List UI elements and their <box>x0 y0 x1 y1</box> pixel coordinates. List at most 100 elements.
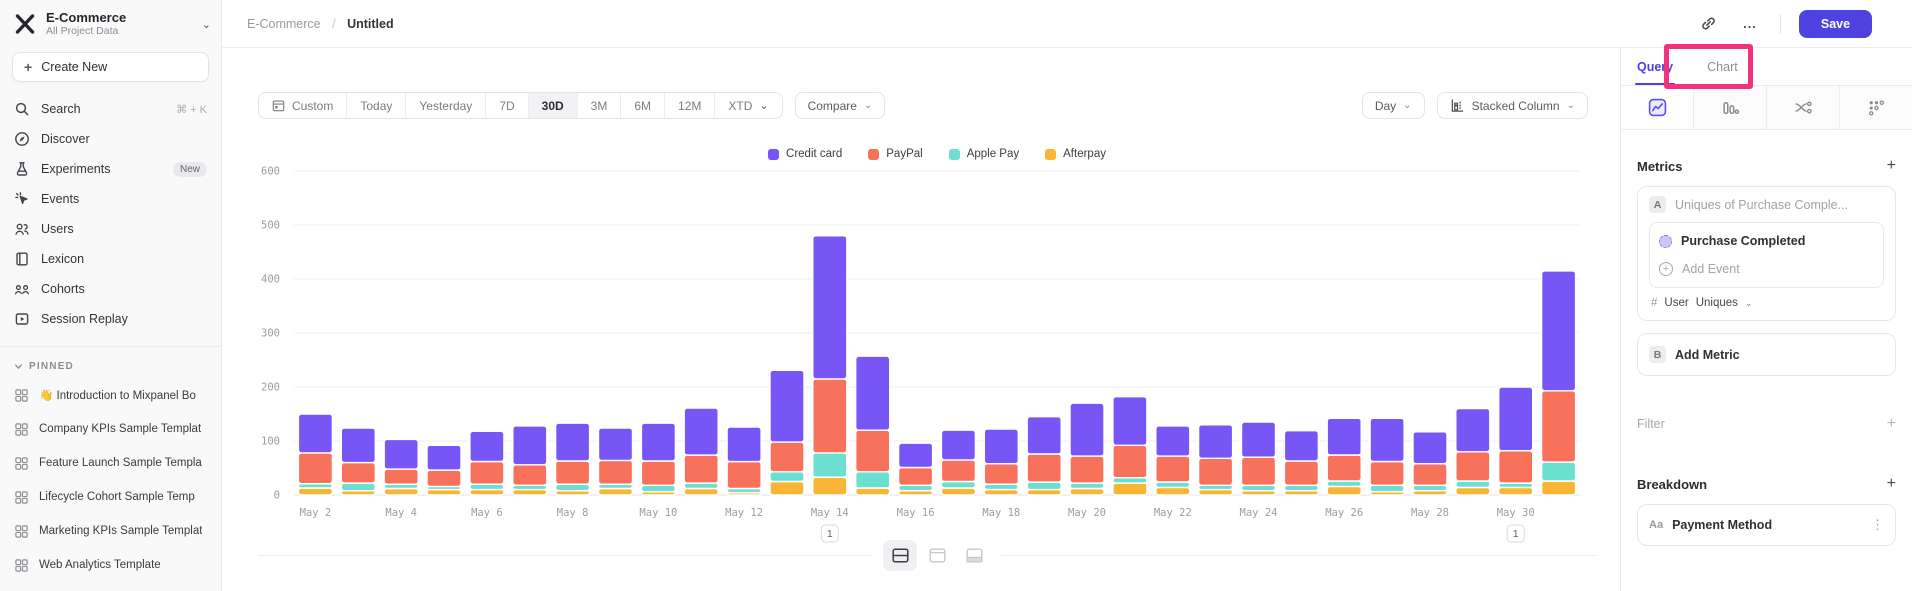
bar-segment[interactable] <box>770 472 804 482</box>
bar-segment[interactable] <box>1156 487 1190 495</box>
bar-segment[interactable] <box>1113 445 1147 477</box>
date-range-custom[interactable]: Custom <box>259 93 347 118</box>
bar-segment[interactable] <box>298 414 332 453</box>
tab-query[interactable]: Query <box>1637 48 1673 85</box>
bar-segment[interactable] <box>684 483 718 488</box>
date-range-7d[interactable]: 7D <box>486 93 528 118</box>
legend-item-credit-card[interactable]: Credit card <box>768 148 842 160</box>
bar-segment[interactable] <box>1199 490 1233 495</box>
bar-segment[interactable] <box>341 483 375 491</box>
bar-segment[interactable] <box>813 379 847 453</box>
bar-segment[interactable] <box>770 482 804 496</box>
sidebar-item-events[interactable]: Events <box>0 184 221 214</box>
add-filter-plus-icon[interactable]: + <box>1887 416 1896 432</box>
bar-segment[interactable] <box>1542 462 1576 481</box>
bar-segment[interactable] <box>770 370 804 442</box>
bar-segment[interactable] <box>1027 454 1061 482</box>
bar-segment[interactable] <box>641 485 675 492</box>
date-range-6m[interactable]: 6M <box>621 93 665 118</box>
bar-segment[interactable] <box>941 488 975 495</box>
bar-segment[interactable] <box>941 460 975 482</box>
sidebar-item-users[interactable]: Users <box>0 214 221 244</box>
date-range-12m[interactable]: 12M <box>665 93 715 118</box>
bar-segment[interactable] <box>1199 458 1233 485</box>
bar-segment[interactable] <box>556 423 590 461</box>
bar-segment[interactable] <box>813 453 847 477</box>
add-metric-plus-icon[interactable]: + <box>1887 158 1896 174</box>
bar-segment[interactable] <box>1070 489 1104 496</box>
breakdown-card[interactable]: Aa Payment Method ⋮ <box>1637 504 1896 546</box>
bar-segment[interactable] <box>1070 403 1104 456</box>
bar-segment[interactable] <box>684 408 718 455</box>
bar-segment[interactable] <box>1327 486 1361 495</box>
bar-segment[interactable] <box>899 485 933 490</box>
bar-segment[interactable] <box>1499 387 1533 451</box>
tab-insights[interactable] <box>1621 86 1694 129</box>
bar-segment[interactable] <box>384 489 418 496</box>
bar-segment[interactable] <box>427 470 461 486</box>
date-range-today[interactable]: Today <box>347 93 406 118</box>
bar-segment[interactable] <box>341 428 375 463</box>
bar-segment[interactable] <box>1456 481 1490 488</box>
breadcrumb-project[interactable]: E-Commerce <box>247 17 321 31</box>
bar-segment[interactable] <box>1327 418 1361 455</box>
bar-segment[interactable] <box>856 472 890 488</box>
pinned-board-item[interactable]: Feature Launch Sample Templa <box>0 446 221 480</box>
bar-segment[interactable] <box>1027 490 1061 495</box>
bar-segment[interactable] <box>984 490 1018 495</box>
granularity-dropdown[interactable]: Day ⌄ <box>1362 92 1425 119</box>
compare-button[interactable]: Compare ⌄ <box>795 92 886 119</box>
sidebar-item-cohorts[interactable]: Cohorts <box>0 274 221 304</box>
bar-segment[interactable] <box>1327 455 1361 481</box>
bar-segment[interactable] <box>1156 456 1190 482</box>
bar-segment[interactable] <box>1199 425 1233 459</box>
bar-segment[interactable] <box>684 455 718 483</box>
tab-chart[interactable]: Chart <box>1707 48 1738 85</box>
bar-segment[interactable] <box>556 484 590 491</box>
layout-split-button[interactable] <box>883 540 917 571</box>
date-range-xtd[interactable]: XTD⌄ <box>715 93 781 118</box>
bar-segment[interactable] <box>427 445 461 470</box>
bar-segment[interactable] <box>727 462 761 489</box>
bar-segment[interactable] <box>641 423 675 461</box>
bar-segment[interactable] <box>899 468 933 486</box>
bar-segment[interactable] <box>984 429 1018 464</box>
pinned-board-item[interactable]: Marketing KPIs Sample Templat <box>0 514 221 548</box>
bar-segment[interactable] <box>470 462 504 485</box>
chart-annotation-badge[interactable]: 1 <box>1507 525 1524 542</box>
bar-segment[interactable] <box>298 453 332 484</box>
bar-segment[interactable] <box>856 430 890 472</box>
pinned-board-item[interactable]: Lifecycle Cohort Sample Temp <box>0 480 221 514</box>
bar-segment[interactable] <box>727 427 761 462</box>
sidebar-item-experiments[interactable]: ExperimentsNew <box>0 154 221 184</box>
bar-segment[interactable] <box>513 465 547 486</box>
bar-segment[interactable] <box>1542 271 1576 391</box>
date-range-yesterday[interactable]: Yesterday <box>406 93 486 118</box>
metric-a-name-placeholder[interactable]: Uniques of Purchase Comple... <box>1675 198 1848 212</box>
kebab-icon[interactable]: ⋮ <box>1871 517 1884 533</box>
legend-item-afterpay[interactable]: Afterpay <box>1045 148 1106 160</box>
pinned-section-header[interactable]: PINNED <box>0 347 221 378</box>
add-metric-card[interactable]: B Add Metric <box>1637 333 1896 376</box>
legend-item-paypal[interactable]: PayPal <box>868 148 922 160</box>
breadcrumb-page-title[interactable]: Untitled <box>347 17 394 31</box>
bar-segment[interactable] <box>1284 461 1318 485</box>
aggregation-selector[interactable]: # User Uniques ⌄ <box>1651 297 1882 309</box>
bar-segment[interactable] <box>1456 409 1490 452</box>
bar-segment[interactable] <box>684 489 718 496</box>
bar-segment[interactable] <box>1284 485 1318 490</box>
bar-segment[interactable] <box>599 428 633 460</box>
sidebar-item-session-replay[interactable]: Session Replay <box>0 304 221 334</box>
tab-retention[interactable] <box>1840 86 1912 129</box>
bar-segment[interactable] <box>1242 457 1276 485</box>
tab-flows[interactable] <box>1767 86 1840 129</box>
bar-segment[interactable] <box>1070 456 1104 483</box>
date-range-30d[interactable]: 30D <box>529 93 578 118</box>
bar-segment[interactable] <box>984 484 1018 489</box>
bar-segment[interactable] <box>599 460 633 484</box>
bar-segment[interactable] <box>513 490 547 495</box>
sidebar-item-discover[interactable]: Discover <box>0 124 221 154</box>
sidebar-item-lexicon[interactable]: Lexicon <box>0 244 221 274</box>
bar-segment[interactable] <box>1370 485 1404 492</box>
chart-annotation-badge[interactable]: 1 <box>821 525 838 542</box>
